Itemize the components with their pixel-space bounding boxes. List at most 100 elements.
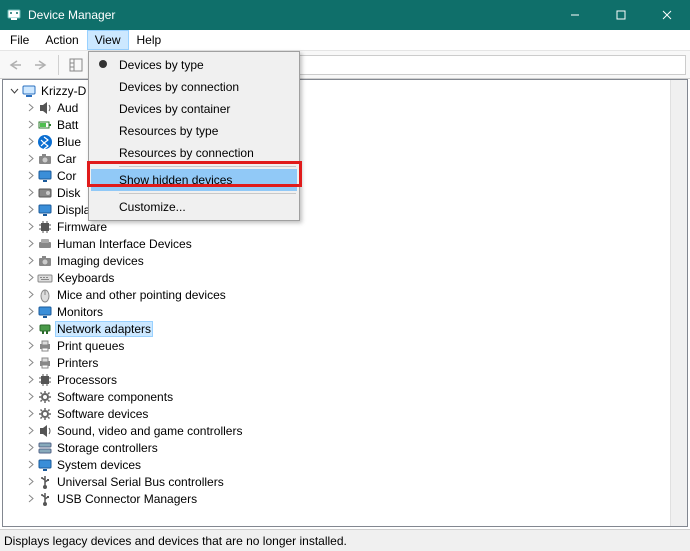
- menu-item-label: Resources by type: [119, 124, 218, 138]
- tree-item-label: Imaging devices: [55, 254, 146, 268]
- camera-icon: [37, 253, 53, 269]
- status-text: Displays legacy devices and devices that…: [4, 534, 347, 548]
- expand-icon[interactable]: [23, 477, 37, 486]
- tree-item-label: Blue: [55, 135, 83, 149]
- tree-item-label: Printers: [55, 356, 100, 370]
- tree-item-label: Keyboards: [55, 271, 116, 285]
- expand-icon[interactable]: [23, 205, 37, 214]
- minimize-button[interactable]: [552, 0, 598, 30]
- expand-icon[interactable]: [23, 239, 37, 248]
- view-resources-by-connection[interactable]: Resources by connection: [91, 142, 297, 164]
- gear-icon: [37, 406, 53, 422]
- hid-icon: [37, 236, 53, 252]
- expand-icon[interactable]: [23, 222, 37, 231]
- tree-item[interactable]: Software components: [3, 388, 687, 405]
- network-icon: [37, 321, 53, 337]
- view-customize[interactable]: Customize...: [91, 196, 297, 218]
- tree-item-label: Cor: [55, 169, 78, 183]
- view-resources-by-type[interactable]: Resources by type: [91, 120, 297, 142]
- menu-item-label: Customize...: [119, 200, 186, 214]
- tree-item[interactable]: Processors: [3, 371, 687, 388]
- expand-icon[interactable]: [23, 443, 37, 452]
- menu-action[interactable]: Action: [37, 30, 86, 50]
- collapse-icon[interactable]: [7, 86, 21, 95]
- tree-item-label: Network adapters: [55, 321, 153, 337]
- tree-item[interactable]: USB Connector Managers: [3, 490, 687, 507]
- view-show-hidden-devices[interactable]: Show hidden devices: [91, 169, 297, 191]
- expand-icon[interactable]: [23, 392, 37, 401]
- keyboard-icon: [37, 270, 53, 286]
- menu-separator: [119, 166, 296, 167]
- tree-item-label: Firmware: [55, 220, 109, 234]
- printer-icon: [37, 338, 53, 354]
- tree-item[interactable]: Printers: [3, 354, 687, 371]
- tree-item[interactable]: Universal Serial Bus controllers: [3, 473, 687, 490]
- tree-item[interactable]: Mice and other pointing devices: [3, 286, 687, 303]
- expand-icon[interactable]: [23, 307, 37, 316]
- tree-item-label: Sound, video and game controllers: [55, 424, 244, 438]
- tree-item[interactable]: Sound, video and game controllers: [3, 422, 687, 439]
- expand-icon[interactable]: [23, 256, 37, 265]
- chip-icon: [37, 219, 53, 235]
- titlebar: Device Manager: [0, 0, 690, 30]
- expand-icon[interactable]: [23, 426, 37, 435]
- tree-item[interactable]: Imaging devices: [3, 252, 687, 269]
- menubar: File Action View Help: [0, 30, 690, 51]
- expand-icon[interactable]: [23, 409, 37, 418]
- expand-icon[interactable]: [23, 460, 37, 469]
- expand-icon[interactable]: [23, 375, 37, 384]
- menu-item-label: Devices by connection: [119, 80, 239, 94]
- toolbar-separator: [58, 55, 59, 75]
- chip-icon: [37, 372, 53, 388]
- expand-icon[interactable]: [23, 154, 37, 163]
- tree-item-label: Processors: [55, 373, 119, 387]
- expand-icon[interactable]: [23, 341, 37, 350]
- expand-icon[interactable]: [23, 103, 37, 112]
- expand-icon[interactable]: [23, 273, 37, 282]
- computer-icon: [21, 83, 37, 99]
- view-devices-by-connection[interactable]: Devices by connection: [91, 76, 297, 98]
- nav-back-button[interactable]: [4, 54, 26, 76]
- expand-icon[interactable]: [23, 120, 37, 129]
- tree-item[interactable]: System devices: [3, 456, 687, 473]
- view-devices-by-container[interactable]: Devices by container: [91, 98, 297, 120]
- expand-icon[interactable]: [23, 494, 37, 503]
- nav-forward-button[interactable]: [30, 54, 52, 76]
- view-devices-by-type[interactable]: Devices by type: [91, 54, 297, 76]
- menu-item-label: Show hidden devices: [119, 173, 232, 187]
- tree-item-label: Aud: [55, 101, 80, 115]
- expand-icon[interactable]: [23, 290, 37, 299]
- expand-icon[interactable]: [23, 171, 37, 180]
- expand-icon[interactable]: [23, 137, 37, 146]
- menu-file[interactable]: File: [2, 30, 37, 50]
- menu-view[interactable]: View: [87, 30, 129, 50]
- tree-item[interactable]: Keyboards: [3, 269, 687, 286]
- show-hide-tree-button[interactable]: [65, 54, 87, 76]
- tree-item[interactable]: Print queues: [3, 337, 687, 354]
- camera-icon: [37, 151, 53, 167]
- maximize-button[interactable]: [598, 0, 644, 30]
- vertical-scrollbar[interactable]: [670, 80, 687, 526]
- tree-item[interactable]: Storage controllers: [3, 439, 687, 456]
- view-menu-dropdown: Devices by type Devices by connection De…: [88, 51, 300, 221]
- mouse-icon: [37, 287, 53, 303]
- monitor-icon: [37, 202, 53, 218]
- battery-icon: [37, 117, 53, 133]
- statusbar: Displays legacy devices and devices that…: [0, 529, 690, 551]
- tree-item-label: USB Connector Managers: [55, 492, 199, 506]
- tree-item[interactable]: Software devices: [3, 405, 687, 422]
- tree-item[interactable]: Network adapters: [3, 320, 687, 337]
- tree-item-label: Monitors: [55, 305, 105, 319]
- usb-icon: [37, 474, 53, 490]
- close-button[interactable]: [644, 0, 690, 30]
- tree-item[interactable]: Monitors: [3, 303, 687, 320]
- expand-icon[interactable]: [23, 188, 37, 197]
- tree-item-label: Print queues: [55, 339, 126, 353]
- expand-icon[interactable]: [23, 358, 37, 367]
- menu-help[interactable]: Help: [129, 30, 170, 50]
- tree-item[interactable]: Human Interface Devices: [3, 235, 687, 252]
- menu-item-label: Resources by connection: [119, 146, 254, 160]
- tree-item-label: Disk: [55, 186, 82, 200]
- menu-separator: [119, 193, 296, 194]
- expand-icon[interactable]: [23, 324, 37, 333]
